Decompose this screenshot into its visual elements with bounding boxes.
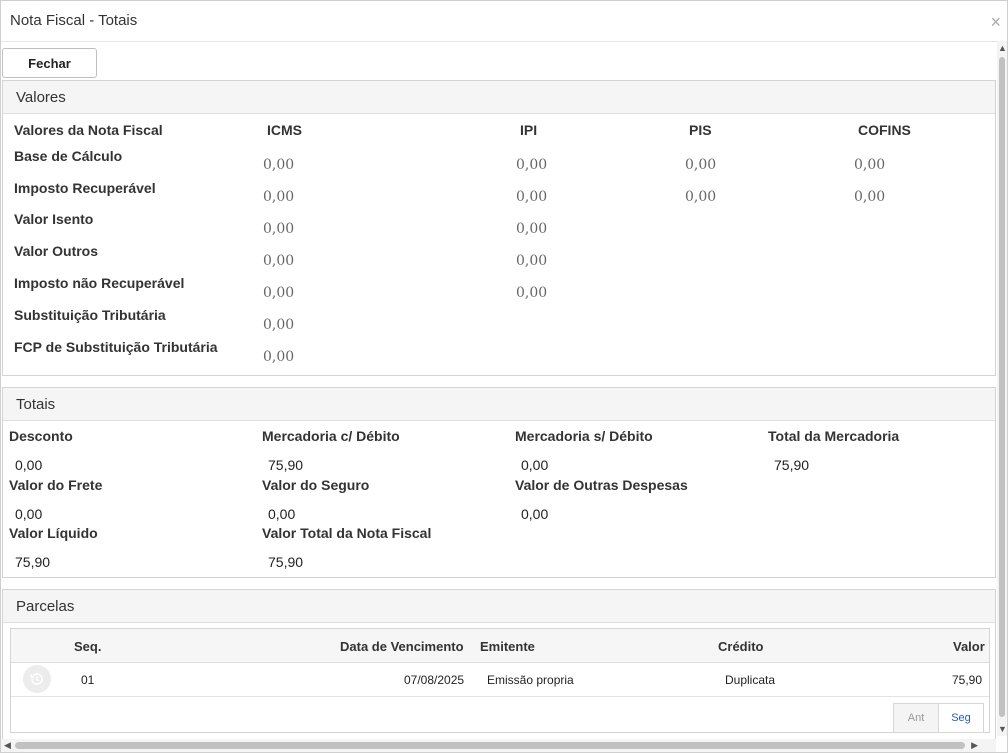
parcelas-header: Parcelas (3, 590, 995, 623)
grid-col-credito[interactable]: Crédito (718, 639, 764, 654)
icms-imposto-recuperavel: 0,00 (263, 189, 295, 205)
valor-seguro-label: Valor do Seguro (262, 477, 370, 493)
parcelas-grid: Seq. Data de Vencimento Emitente Crédito… (10, 628, 990, 733)
vertical-scrollbar[interactable]: ▲ ▼ (997, 41, 1007, 736)
row-label-fcp-substituicao: FCP de Substituição Tributária (14, 339, 218, 355)
table-row[interactable]: 01 07/08/2025 Emissão propria Duplicata … (11, 663, 989, 697)
icms-valor-outros: 0,00 (263, 253, 295, 269)
valores-row-header: Valores da Nota Fiscal (14, 122, 163, 138)
ipi-imposto-recuperavel: 0,00 (516, 189, 548, 205)
grid-col-seq[interactable]: Seq. (74, 639, 101, 654)
scroll-left-icon[interactable]: ◀ (4, 740, 11, 751)
cell-seq: 01 (81, 673, 95, 687)
icms-base-calculo: 0,00 (263, 157, 295, 173)
ipi-valor-isento: 0,00 (516, 221, 548, 237)
valor-liquido-value: 75,90 (15, 554, 51, 570)
scroll-up-icon[interactable]: ▲ (998, 43, 1007, 53)
valores-header: Valores (3, 81, 995, 114)
mercadoria-c-debito-label: Mercadoria c/ Débito (262, 428, 400, 444)
cell-credito: Duplicata (725, 673, 776, 687)
cofins-imposto-recuperavel: 0,00 (854, 189, 886, 205)
vertical-scroll-thumb[interactable] (999, 57, 1005, 717)
fechar-button[interactable]: Fechar (2, 48, 97, 78)
pager: Ant Seg (893, 703, 984, 733)
row-label-imposto-recuperavel: Imposto Recuperável (14, 180, 156, 196)
column-ipi: IPI (520, 122, 538, 138)
pager-next-button[interactable]: Seg (939, 704, 983, 732)
column-cofins: COFINS (858, 122, 911, 138)
scroll-down-icon[interactable]: ▼ (998, 724, 1007, 734)
icms-substituicao-tributaria: 0,00 (263, 317, 295, 333)
close-icon[interactable]: × (990, 13, 1001, 31)
horizontal-scroll-thumb[interactable] (15, 742, 965, 749)
mercadoria-s-debito-label: Mercadoria s/ Débito (515, 428, 653, 444)
mercadoria-c-debito-value: 75,90 (268, 457, 304, 473)
valor-seguro-value: 0,00 (268, 506, 296, 522)
scroll-right-icon[interactable]: ▶ (971, 740, 978, 751)
column-pis: PIS (689, 122, 712, 138)
icms-fcp-substituicao: 0,00 (263, 349, 295, 365)
cofins-base-calculo: 0,00 (854, 157, 886, 173)
grid-col-data-vencimento[interactable]: Data de Vencimento (340, 639, 464, 654)
valor-total-nota-value: 75,90 (268, 554, 304, 570)
row-label-base-calculo: Base de Cálculo (14, 148, 123, 164)
nota-fiscal-totais-dialog: Nota Fiscal - Totais × Fechar Valores Va… (0, 0, 1008, 753)
dialog-title: Nota Fiscal - Totais (10, 12, 138, 29)
icms-imposto-nao-recuperavel: 0,00 (263, 285, 295, 301)
total-mercadoria-value: 75,90 (774, 457, 810, 473)
parcelas-title: Parcelas (16, 598, 75, 615)
totais-title: Totais (16, 396, 56, 413)
row-label-substituicao-tributaria: Substituição Tributária (14, 307, 166, 323)
total-mercadoria-label: Total da Mercadoria (768, 428, 900, 444)
valor-outras-despesas-value: 0,00 (521, 506, 549, 522)
desconto-label: Desconto (9, 428, 73, 444)
desconto-value: 0,00 (15, 457, 43, 473)
dialog-titlebar: Nota Fiscal - Totais × (1, 1, 1007, 42)
valor-liquido-label: Valor Líquido (9, 525, 98, 541)
grid-col-emitente[interactable]: Emitente (480, 639, 535, 654)
totais-section: Totais Desconto 0,00 Mercadoria c/ Débit… (2, 387, 996, 578)
pis-imposto-recuperavel: 0,00 (685, 189, 717, 205)
grid-col-valor[interactable]: Valor (953, 639, 985, 654)
ipi-valor-outros: 0,00 (516, 253, 548, 269)
valores-section: Valores Valores da Nota Fiscal ICMS IPI … (2, 80, 996, 376)
totais-header: Totais (3, 388, 995, 421)
row-label-valor-outros: Valor Outros (14, 243, 99, 259)
valor-frete-value: 0,00 (15, 506, 43, 522)
valor-outras-despesas-label: Valor de Outras Despesas (515, 477, 688, 493)
valores-title: Valores (16, 89, 66, 106)
grid-header: Seq. Data de Vencimento Emitente Crédito… (11, 629, 989, 663)
horizontal-scrollbar[interactable]: ◀ ▶ (1, 739, 996, 752)
mercadoria-s-debito-value: 0,00 (521, 457, 549, 473)
cell-data-vencimento: 07/08/2025 (404, 673, 465, 687)
cell-emitente: Emissão propria (487, 673, 574, 687)
valor-frete-label: Valor do Frete (9, 477, 103, 493)
row-label-imposto-nao-recuperavel: Imposto não Recuperável (14, 275, 185, 291)
icms-valor-isento: 0,00 (263, 221, 295, 237)
ipi-imposto-nao-recuperavel: 0,00 (516, 285, 548, 301)
history-icon[interactable] (23, 665, 51, 693)
cell-valor: 75,90 (952, 673, 983, 687)
pager-prev-button[interactable]: Ant (894, 704, 939, 732)
ipi-base-calculo: 0,00 (516, 157, 548, 173)
valor-total-nota-label: Valor Total da Nota Fiscal (262, 525, 432, 541)
row-label-valor-isento: Valor Isento (14, 211, 94, 227)
pis-base-calculo: 0,00 (685, 157, 717, 173)
column-icms: ICMS (267, 122, 302, 138)
